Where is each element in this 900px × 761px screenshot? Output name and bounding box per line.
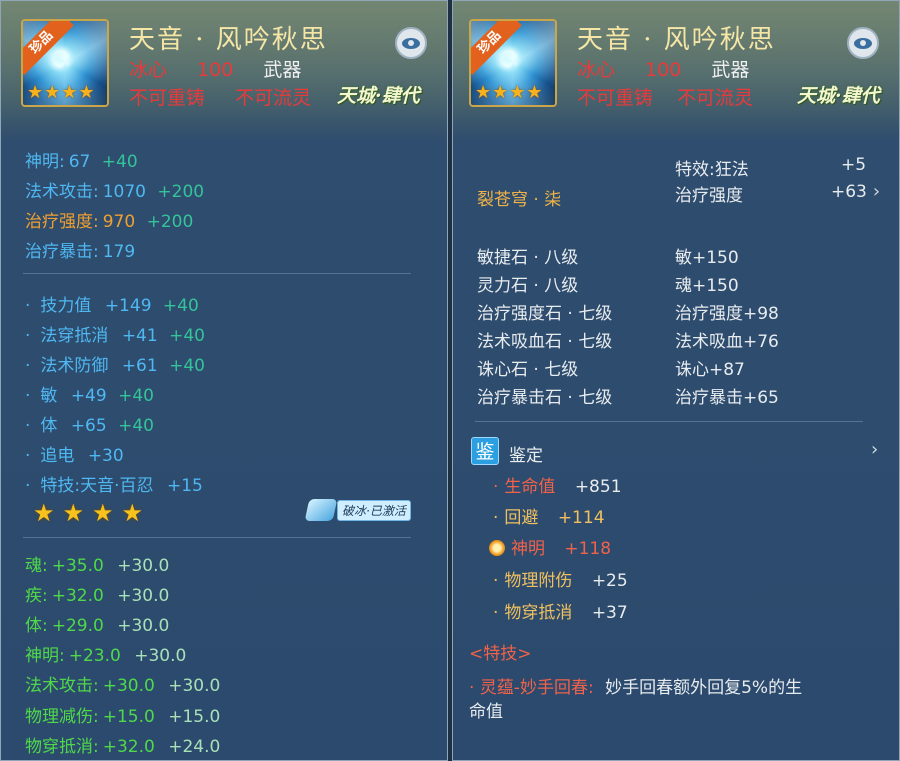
appraise-stat-row: · 生命值 +851 [493,477,622,497]
item-restrictions: 不可重铸 不可流灵 [129,83,311,110]
divider [475,421,863,422]
extra-stat-row: · 技力值 +149 +40 [25,296,199,316]
star-icon: ★ [33,499,55,527]
gem-effect: 敏+150 [675,248,739,268]
server-tag: 天城·肆代 [797,85,880,107]
base-stat-row: 法术攻击: 1070 +200 [25,182,205,202]
special-skill-header: <特技> [469,644,532,664]
preview-button[interactable] [847,27,879,59]
set-name: 裂苍穹 · 柒 [477,190,562,210]
awaken-stat-row: 疾: +32.0 +30.0 [25,586,170,606]
extra-stat-row: · 特技:天音·百忍 +15 [25,476,203,496]
appraise-stat-row: · 物穿抵消 +37 [493,603,628,623]
ice-break-status: 破冰·已激活 [304,499,411,521]
restriction-1: 不可重铸 [129,87,206,109]
server-tag: 天城·肆代 [337,85,420,107]
eye-icon [854,37,872,49]
star-icon: ★ [492,82,509,103]
item-tooltip-right: 珍品 ★ ★ ★ ★ 天音 · 风吟秋思 冰心 100 武器 不可重铸 不可流灵 天城·… [452,0,900,761]
ice-crystal-icon [304,499,338,521]
star-icon: ★ [61,82,78,103]
special-effect-label: 特效:狂法 [675,160,749,180]
star-icon: ★ [44,82,61,103]
heal-row[interactable]: +63 › [831,181,880,202]
item-name: 天音 · 风吟秋思 [129,25,328,55]
appraise-stat-row: · 回避 +114 [493,508,605,528]
extra-stat-row: · 法穿抵消 +41 +40 [25,326,205,346]
appraise-icon: 鉴 [471,437,499,465]
star-icon: ★ [121,499,144,527]
base-stat-row: 神明: 67 +40 [25,152,138,172]
awaken-stat-row: 物穿抵消: +32.0 +24.0 [25,737,221,757]
item-type: 武器 [263,59,302,81]
star-icon: ★ [475,82,492,103]
gem-name: 诛心石 · 七级 [477,360,579,380]
chevron-right-icon[interactable]: › [871,439,878,460]
extra-stat-row: · 法术防御 +61 +40 [25,356,205,376]
special-skill-name: 灵蕴-妙手回春: [479,678,594,698]
divider [23,537,411,538]
gem-name: 敏捷石 · 八级 [477,248,579,268]
awaken-star-rating: ★ ★ ★ ★ [33,499,143,527]
special-skill-line: · 灵蕴-妙手回春: 妙手回春额外回复5%的生 [469,678,803,698]
activated-label: 破冰·已激活 [337,499,411,521]
gem-effect: 魂+150 [675,276,739,296]
item-icon[interactable]: 珍品 ★ ★ ★ ★ [21,19,109,107]
item-icon[interactable]: 珍品 ★ ★ ★ ★ [469,19,557,107]
item-star-rating: ★ ★ ★ ★ [475,82,543,103]
gem-name: 治疗暴击石 · 七级 [477,388,613,408]
item-restrictions: 不可重铸 不可流灵 [577,87,754,109]
gem-name: 法术吸血石 · 七级 [477,332,613,352]
attr-name: 冰心 [129,59,168,81]
gem-name: 治疗强度石 · 七级 [477,304,613,324]
item-attr-line: 冰心 100 武器 [577,59,750,81]
chevron-right-icon: › [872,181,881,202]
base-stat-row: 治疗强度: 970 +200 [25,212,194,232]
gem-effect: 治疗强度+98 [675,304,779,324]
star-icon: ★ [92,499,114,527]
awaken-stat-row: 体: +29.0 +30.0 [25,616,170,636]
extra-stat-row: · 体 +65 +40 [25,416,154,436]
appraise-stat-row: · 物理附伤 +25 [493,571,628,591]
special-skill-desc-cont: 命值 [469,702,503,722]
star-icon: ★ [27,82,44,103]
restriction-2: 不可流灵 [235,87,312,109]
item-name: 天音 · 风吟秋思 [577,25,776,55]
preview-button[interactable] [395,27,427,59]
star-icon: ★ [509,82,526,103]
awaken-stat-row: 法术攻击: +30.0 +30.0 [25,676,221,696]
extra-stat-row: · 敏 +49 +40 [25,386,154,406]
gem-effect: 法术吸血+76 [675,332,779,352]
base-stat-row: 治疗暴击: 179 [25,242,136,262]
awaken-stat-row: 魂: +35.0 +30.0 [25,556,170,576]
item-tooltip-left: 珍品 ★ ★ ★ ★ 天音 · 风吟秋思 冰心 100 武器 不可重铸 不可流灵 天城… [0,0,448,761]
attr-value: 100 [197,59,234,81]
star-icon: ★ [526,82,543,103]
sun-gem-icon [489,540,505,556]
gem-effect: 治疗暴击+65 [675,388,779,408]
gem-effect: 诛心+87 [675,360,745,380]
appraise-label: 鉴定 [509,446,543,466]
gem-name: 灵力石 · 八级 [477,276,579,296]
heal-label: 治疗强度 [675,186,743,206]
awaken-stat-row: 物理减伤: +15.0 +15.0 [25,707,221,727]
awaken-stat-row: 神明: +23.0 +30.0 [25,646,187,666]
special-skill-desc: 妙手回春额外回复5%的生 [605,678,803,698]
eye-icon [402,37,420,49]
appraise-stat-row: 神明 +118 [489,534,611,559]
star-icon: ★ [62,499,85,527]
star-icon: ★ [78,82,95,103]
item-star-rating: ★ ★ ★ ★ [27,82,95,103]
special-effect-value: +5 [841,155,867,175]
item-attr-line: 冰心 100 武器 [129,55,301,82]
divider [23,273,411,274]
extra-stat-row: · 追电 +30 [25,446,124,466]
